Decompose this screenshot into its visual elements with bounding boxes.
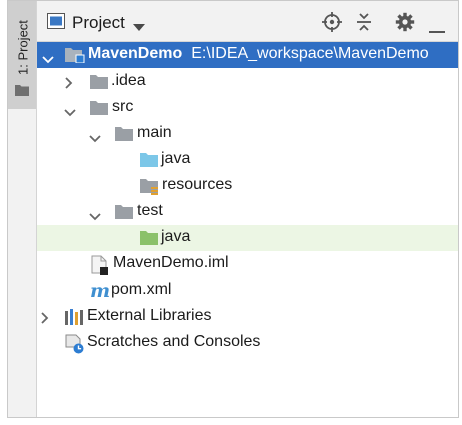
tree-row-main-java[interactable]: java: [37, 147, 458, 173]
view-title[interactable]: Project: [72, 13, 125, 33]
chevron-down-icon[interactable]: [89, 208, 101, 226]
folder-icon: [115, 204, 133, 225]
chevron-down-icon[interactable]: [64, 104, 76, 122]
tree-label: MavenDemo.iml: [113, 254, 229, 271]
tree-label: pom.xml: [111, 281, 172, 298]
tree-row-iml[interactable]: MavenDemo.iml: [37, 251, 458, 277]
tree-row-external-libraries[interactable]: External Libraries: [37, 304, 458, 330]
source-folder-icon: [140, 152, 158, 173]
chevron-down-icon[interactable]: [89, 130, 101, 148]
resources-folder-icon: [140, 178, 160, 201]
test-source-folder-icon: [140, 230, 158, 251]
tree-label: resources: [162, 176, 233, 193]
locate-crosshair-icon[interactable]: [322, 12, 342, 37]
chevron-right-icon[interactable]: [41, 311, 49, 329]
module-name: MavenDemo: [88, 45, 183, 62]
tree-row-src[interactable]: src: [37, 95, 458, 121]
scratches-icon: [65, 334, 85, 359]
tree-label: java: [161, 228, 191, 245]
tree-row-main[interactable]: main: [37, 121, 458, 147]
iml-file-icon: [91, 255, 109, 280]
folder-icon: [115, 126, 133, 147]
tree-label: External Libraries: [87, 307, 212, 324]
maven-pom-icon: m: [90, 280, 111, 302]
tree-label: test: [137, 202, 163, 219]
project-view-icon: [47, 13, 65, 34]
tree-row-scratches[interactable]: Scratches and Consoles: [37, 330, 458, 356]
folder-icon: [90, 100, 108, 121]
chevron-down-icon[interactable]: [42, 51, 54, 69]
chevron-right-icon[interactable]: [65, 76, 73, 94]
minimize-icon[interactable]: [429, 21, 445, 39]
project-tree: MavenDemo E:\IDEA_workspace\MavenDemo .id…: [37, 42, 458, 417]
tree-row-mavendemo[interactable]: MavenDemo E:\IDEA_workspace\MavenDemo: [37, 42, 458, 68]
folder-icon: [90, 74, 108, 95]
module-path: E:\IDEA_workspace\MavenDemo: [191, 45, 429, 62]
gear-icon[interactable]: [395, 12, 415, 37]
view-dropdown-chevron-icon[interactable]: [133, 19, 145, 37]
tree-row-idea[interactable]: .idea: [37, 69, 458, 95]
tree-label: MavenDemo E:\IDEA_workspace\MavenDemo: [88, 45, 429, 63]
tree-label: src: [112, 98, 134, 115]
folder-icon: [15, 83, 29, 101]
collapse-all-icon[interactable]: [355, 12, 373, 37]
project-header: Project: [37, 1, 458, 42]
tree-label: .idea: [111, 72, 146, 89]
tree-row-test-java[interactable]: java: [37, 225, 458, 251]
tree-label: Scratches and Consoles: [87, 333, 261, 350]
library-icon: [65, 309, 83, 330]
tree-label: main: [137, 124, 172, 141]
tree-label: java: [161, 150, 191, 167]
project-side-tab-label[interactable]: 1: Project: [13, 13, 33, 83]
tree-row-resources[interactable]: resources: [37, 173, 458, 199]
module-folder-icon: [65, 47, 85, 68]
tree-row-pom[interactable]: m pom.xml: [37, 278, 458, 304]
tree-row-test[interactable]: test: [37, 199, 458, 225]
